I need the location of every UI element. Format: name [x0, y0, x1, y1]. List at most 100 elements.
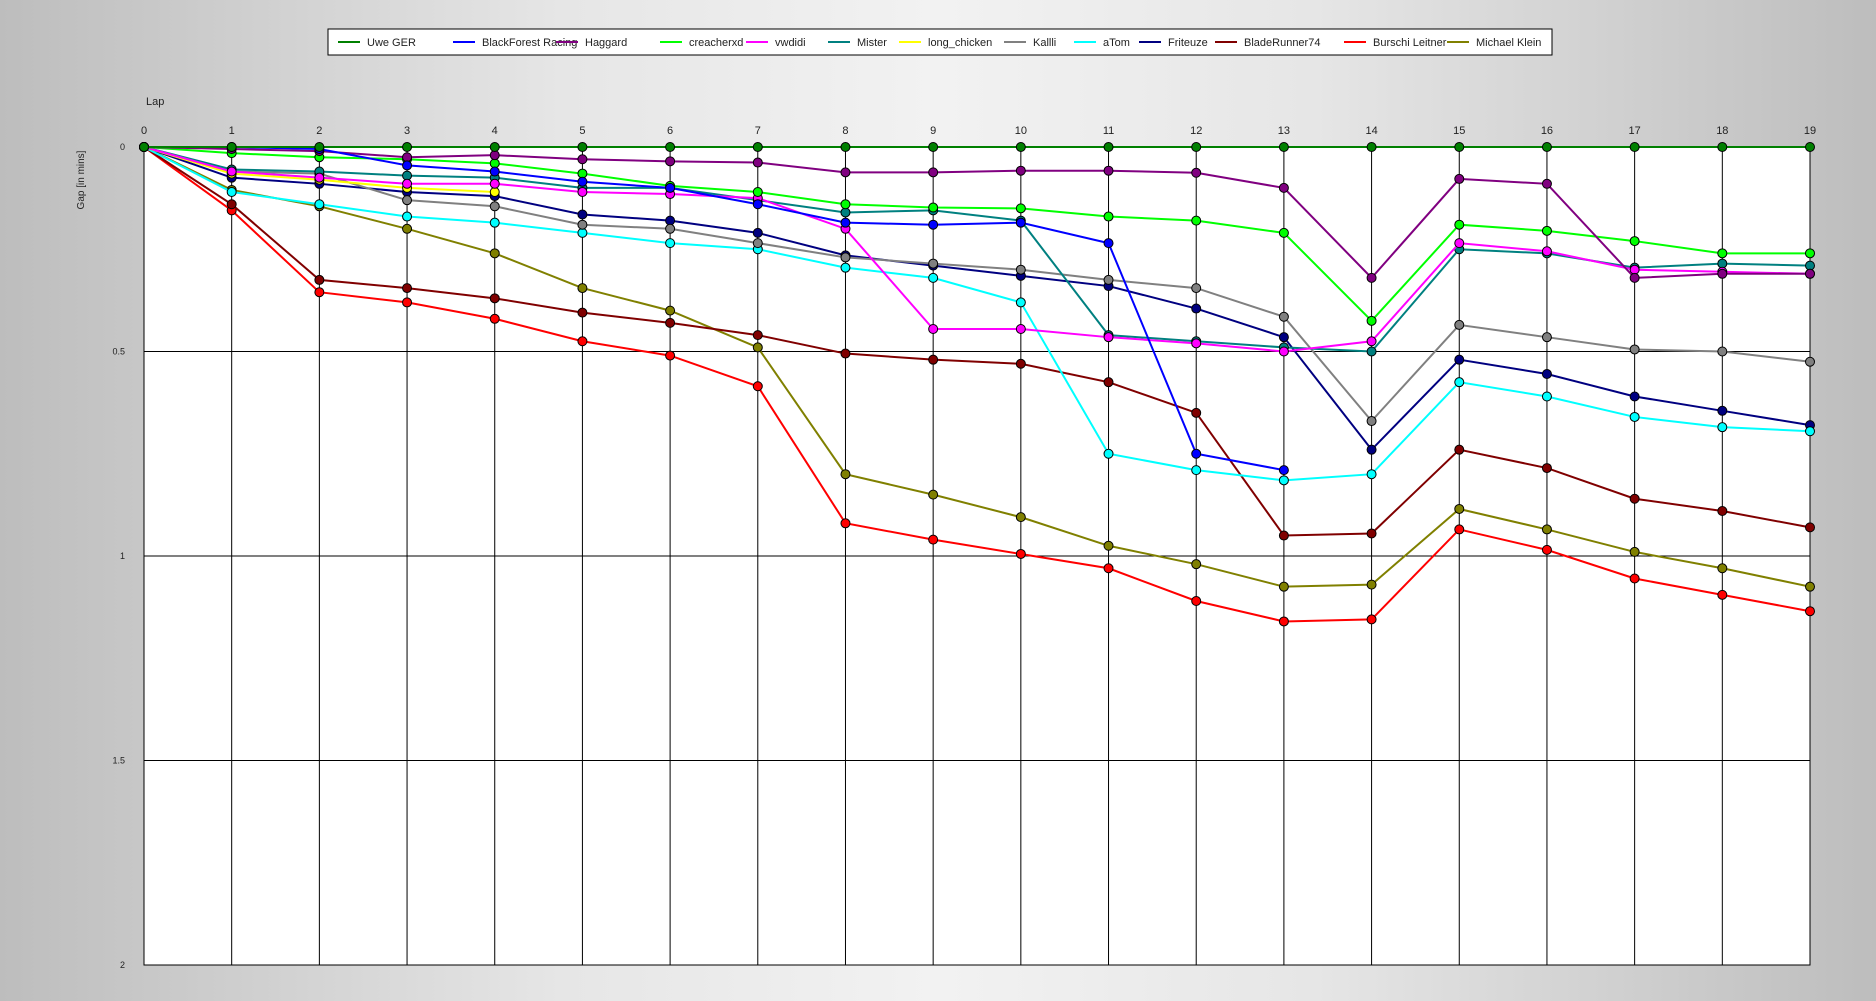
data-point: [752, 381, 763, 392]
data-point: [1015, 264, 1026, 275]
data-point: [840, 217, 851, 228]
data-point: [1629, 391, 1640, 402]
x-tick-label: 12: [1190, 125, 1202, 137]
data-point: [402, 170, 413, 181]
data-point: [1103, 540, 1114, 551]
x-tick-label: 1: [229, 125, 235, 137]
x-tick-label: 6: [667, 125, 673, 137]
x-axis-label: Lap: [146, 96, 164, 108]
data-point: [1278, 581, 1289, 592]
data-point: [1366, 416, 1377, 427]
data-point: [665, 215, 676, 226]
data-point: [752, 199, 763, 210]
data-point: [1805, 522, 1815, 533]
data-point: [402, 160, 413, 171]
data-point: [1366, 142, 1377, 152]
x-tick-label: 13: [1278, 125, 1290, 137]
legend-label: Michael Klein: [1476, 37, 1541, 49]
data-point: [1805, 426, 1815, 437]
data-point: [928, 354, 939, 365]
data-point: [1717, 422, 1728, 433]
data-point: [1366, 315, 1377, 326]
legend-label: aTom: [1103, 37, 1130, 49]
data-point: [752, 238, 763, 249]
data-point: [1454, 354, 1465, 365]
data-point: [1629, 264, 1640, 275]
data-point: [402, 223, 413, 234]
data-point: [1454, 319, 1465, 330]
data-point: [489, 186, 500, 197]
data-point: [1103, 377, 1114, 388]
data-point: [226, 142, 237, 152]
data-point: [928, 272, 939, 283]
data-point: [928, 219, 939, 230]
data-point: [1015, 512, 1026, 523]
data-point: [1366, 469, 1377, 480]
data-point: [226, 199, 237, 210]
data-point: [1278, 465, 1289, 476]
data-point: [1629, 142, 1640, 152]
data-point: [840, 348, 851, 359]
data-point: [665, 142, 676, 152]
data-point: [402, 152, 413, 163]
data-point: [1541, 142, 1552, 152]
data-point: [1278, 311, 1289, 322]
x-tick-label: 15: [1453, 125, 1465, 137]
data-point: [1805, 268, 1815, 279]
x-tick-label: 19: [1804, 125, 1816, 137]
x-tick-label: 0: [141, 125, 147, 137]
data-point: [226, 186, 237, 197]
data-point: [1015, 548, 1026, 559]
data-point: [1805, 260, 1815, 271]
data-point: [1191, 338, 1202, 349]
data-point: [1015, 297, 1026, 308]
data-point: [1103, 332, 1114, 343]
data-point: [1103, 563, 1114, 574]
data-point: [489, 248, 500, 259]
data-point: [489, 217, 500, 228]
data-point: [577, 176, 588, 187]
data-point: [665, 156, 676, 167]
data-point: [1629, 573, 1640, 584]
data-point: [1454, 444, 1465, 455]
data-point: [1805, 142, 1815, 152]
data-point: [1805, 356, 1815, 367]
data-point: [1541, 463, 1552, 474]
legend-label: vwdidi: [775, 37, 806, 49]
data-point: [928, 489, 939, 500]
data-point: [1191, 215, 1202, 226]
data-point: [1366, 346, 1377, 357]
data-point: [489, 313, 500, 324]
data-point: [1805, 606, 1815, 617]
data-point: [402, 195, 413, 206]
data-point: [1366, 336, 1377, 347]
data-point: [928, 258, 939, 269]
legend-label: long_chicken: [928, 37, 992, 49]
data-point: [1191, 595, 1202, 606]
data-point: [1454, 173, 1465, 184]
data-point: [577, 307, 588, 318]
data-point: [1191, 448, 1202, 459]
data-point: [928, 142, 939, 152]
x-tick-label: 2: [316, 125, 322, 137]
data-point: [1366, 528, 1377, 539]
data-point: [752, 342, 763, 353]
data-point: [1366, 444, 1377, 455]
data-point: [1717, 142, 1728, 152]
data-point: [1191, 142, 1202, 152]
data-point: [1278, 332, 1289, 343]
data-point: [314, 142, 325, 152]
data-point: [1629, 411, 1640, 422]
data-point: [928, 202, 939, 213]
data-point: [1717, 506, 1728, 517]
data-point: [928, 324, 939, 335]
data-point: [314, 287, 325, 298]
data-point: [1191, 407, 1202, 418]
data-point: [1103, 274, 1114, 285]
data-point: [489, 158, 500, 169]
legend-label: creacherxd: [689, 37, 743, 49]
data-point: [1629, 493, 1640, 504]
x-tick-label: 7: [755, 125, 761, 137]
data-point: [402, 142, 413, 152]
data-point: [1541, 368, 1552, 379]
